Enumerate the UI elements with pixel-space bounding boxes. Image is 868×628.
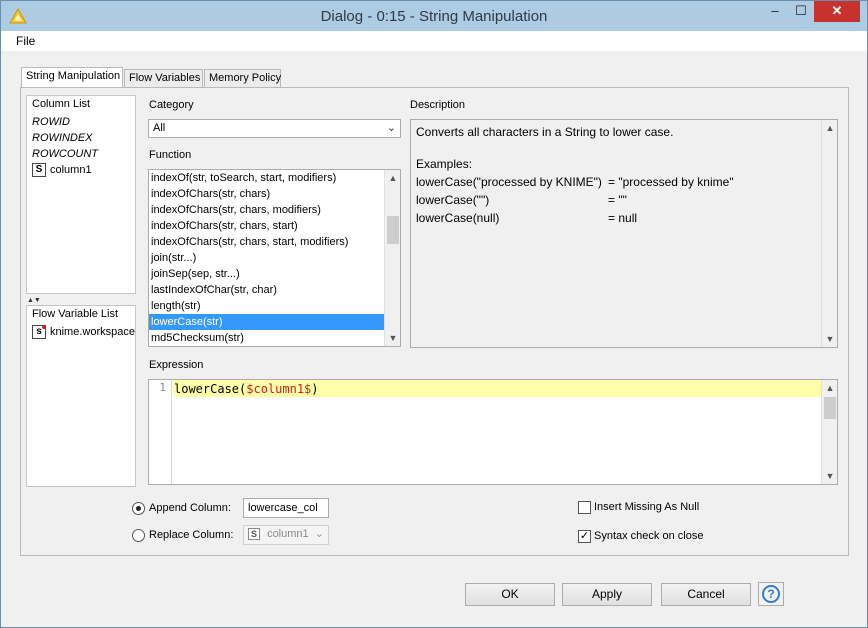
scroll-down-icon[interactable]: ▼ bbox=[822, 331, 838, 347]
function-item[interactable]: lastIndexOfChar(str, char) bbox=[149, 282, 400, 298]
function-list[interactable]: indexOf(str, toSearch, start, modifiers)… bbox=[148, 169, 401, 347]
replace-column-value: column1 bbox=[267, 528, 309, 540]
flow-variable-name: knime.workspace bbox=[50, 326, 135, 338]
function-item[interactable]: joinSep(sep, str...) bbox=[149, 266, 400, 282]
insert-missing-label: Insert Missing As Null bbox=[594, 501, 700, 513]
description-box: Converts all characters in a String to l… bbox=[410, 119, 838, 348]
append-column-input[interactable]: lowercase_col bbox=[243, 498, 329, 518]
column-list-item[interactable]: ROWINDEX bbox=[27, 130, 135, 146]
function-label: Function bbox=[149, 149, 192, 161]
apply-button[interactable]: Apply bbox=[562, 583, 652, 606]
example-result: = "" bbox=[608, 193, 627, 207]
column-list-item[interactable]: ROWID bbox=[27, 114, 135, 130]
category-value: All bbox=[153, 122, 166, 134]
expression-close-paren: ) bbox=[311, 382, 319, 396]
syntax-check-label: Syntax check on close bbox=[594, 530, 704, 542]
function-item[interactable]: indexOfChars(str, chars, start) bbox=[149, 218, 400, 234]
function-item[interactable]: join(str...) bbox=[149, 250, 400, 266]
replace-column-label: Replace Column: bbox=[149, 529, 234, 541]
column-list-item[interactable]: ROWCOUNT bbox=[27, 146, 135, 162]
cancel-button[interactable]: Cancel bbox=[661, 583, 751, 606]
category-label: Category bbox=[149, 99, 194, 111]
function-item[interactable]: md5Checksum(str) bbox=[149, 330, 400, 346]
maximize-button[interactable]: ☐ bbox=[788, 1, 814, 22]
function-item-selected[interactable]: lowerCase(str) bbox=[149, 314, 384, 330]
examples-label: Examples: bbox=[416, 157, 473, 171]
append-column-radio[interactable] bbox=[132, 502, 145, 515]
description-label: Description bbox=[410, 99, 466, 111]
expression-label: Expression bbox=[149, 359, 204, 371]
tab-memory-policy[interactable]: Memory Policy bbox=[204, 69, 281, 87]
help-icon: ? bbox=[762, 585, 780, 603]
close-button[interactable]: ✕ bbox=[814, 1, 860, 22]
function-item[interactable]: indexOfChars(str, chars) bbox=[149, 186, 400, 202]
dialog-window: Dialog - 0:15 - String Manipulation – ☐ … bbox=[0, 0, 868, 628]
tab-flow-variables[interactable]: Flow Variables bbox=[124, 69, 203, 87]
scroll-thumb[interactable] bbox=[824, 397, 836, 419]
category-select[interactable]: All ⌄ bbox=[148, 119, 401, 138]
column-list-header: Column List bbox=[32, 98, 91, 110]
flow-variable-list[interactable]: Flow Variable List s knime.workspace bbox=[26, 305, 136, 487]
menu-file[interactable]: File bbox=[16, 34, 35, 48]
example-expression: lowerCase("") bbox=[416, 193, 490, 207]
description-scrollbar[interactable]: ▲ ▼ bbox=[821, 120, 837, 347]
flow-variable-item[interactable]: s knime.workspace bbox=[27, 324, 135, 340]
example-expression: lowerCase("processed by KNIME") bbox=[416, 175, 602, 189]
chevron-down-icon: ⌄ bbox=[314, 528, 324, 540]
chevron-down-icon: ⌄ bbox=[386, 122, 396, 134]
menu-bar: File bbox=[1, 31, 867, 51]
column-list-item[interactable]: S column1 bbox=[27, 162, 135, 178]
expression-function: lowerCase( bbox=[174, 382, 247, 396]
line-number-gutter: 1 bbox=[149, 380, 172, 484]
function-item[interactable]: length(str) bbox=[149, 298, 400, 314]
splitter-handle[interactable]: ▲▼ bbox=[27, 297, 135, 305]
scroll-down-icon[interactable]: ▼ bbox=[385, 330, 400, 346]
title-bar: Dialog - 0:15 - String Manipulation – ☐ … bbox=[1, 1, 867, 31]
tab-string-manipulation[interactable]: String Manipulation bbox=[21, 67, 123, 88]
string-type-icon: S bbox=[32, 163, 46, 177]
replace-column-radio[interactable] bbox=[132, 529, 145, 542]
flow-variable-list-header: Flow Variable List bbox=[32, 308, 118, 320]
column-list[interactable]: Column List ROWID ROWINDEX ROWCOUNT S co… bbox=[26, 95, 136, 294]
line-number: 1 bbox=[159, 381, 166, 394]
scroll-up-icon[interactable]: ▲ bbox=[822, 380, 838, 396]
syntax-check-checkbox[interactable]: ✓ bbox=[578, 530, 591, 543]
minimize-button[interactable]: – bbox=[762, 1, 788, 22]
column-name: column1 bbox=[50, 164, 92, 176]
function-item[interactable]: indexOf(str, toSearch, start, modifiers) bbox=[149, 170, 400, 186]
replace-column-select[interactable]: S column1 ⌄ bbox=[243, 525, 329, 545]
example-result: = "processed by knime" bbox=[608, 175, 734, 189]
help-button[interactable]: ? bbox=[758, 582, 784, 606]
scroll-down-icon[interactable]: ▼ bbox=[822, 468, 838, 484]
expression-text[interactable]: lowerCase($column1$) bbox=[174, 382, 319, 396]
checkmark-icon: ✓ bbox=[579, 530, 590, 542]
function-item[interactable]: indexOfChars(str, chars, modifiers) bbox=[149, 202, 400, 218]
scroll-up-icon[interactable]: ▲ bbox=[385, 170, 400, 186]
expression-editor[interactable]: 1 lowerCase($column1$) ▲ ▼ bbox=[148, 379, 838, 485]
expression-column-ref: $column1$ bbox=[246, 382, 312, 396]
insert-missing-checkbox[interactable] bbox=[578, 501, 591, 514]
expression-scrollbar[interactable]: ▲ ▼ bbox=[821, 380, 837, 484]
example-result: = null bbox=[608, 211, 638, 225]
flow-variable-icon: s bbox=[32, 325, 46, 339]
description-summary: Converts all characters in a String to l… bbox=[416, 125, 674, 139]
window-title: Dialog - 0:15 - String Manipulation bbox=[320, 8, 548, 25]
string-type-icon: S bbox=[248, 528, 260, 540]
function-item[interactable]: indexOfChars(str, chars, start, modifier… bbox=[149, 234, 400, 250]
ok-button[interactable]: OK bbox=[465, 583, 555, 606]
example-expression: lowerCase(null) bbox=[416, 211, 500, 225]
function-list-scrollbar[interactable]: ▲ ▼ bbox=[384, 170, 400, 346]
append-column-label: Append Column: bbox=[149, 502, 231, 514]
scroll-up-icon[interactable]: ▲ bbox=[822, 120, 838, 136]
scroll-thumb[interactable] bbox=[387, 216, 399, 244]
